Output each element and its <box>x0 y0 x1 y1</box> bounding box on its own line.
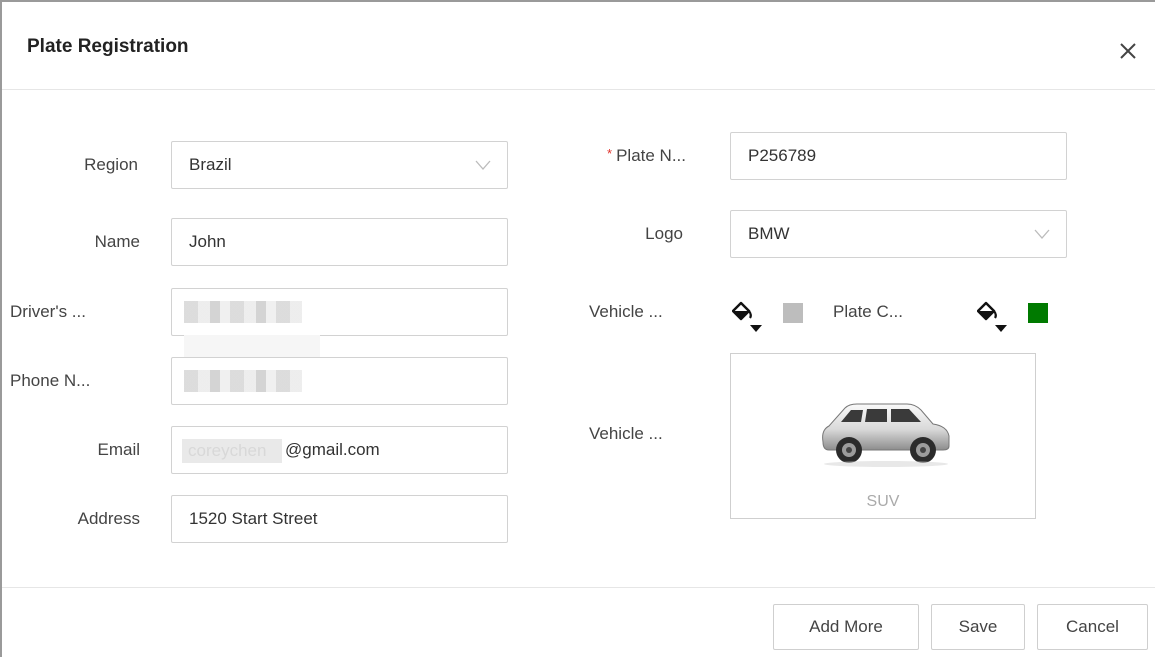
paint-bucket-icon <box>732 301 762 332</box>
redaction-overlay <box>184 335 320 357</box>
phone-label: Phone N... <box>10 371 91 390</box>
vehicle-color-label: Vehicle ... <box>589 302 663 321</box>
required-mark: * <box>607 146 613 161</box>
address-label: Address <box>77 509 140 528</box>
save-button[interactable]: Save <box>931 604 1025 650</box>
name-field[interactable]: John <box>171 218 508 266</box>
drivers-license-label: Driver's ... <box>10 302 86 321</box>
region-select[interactable]: Brazil <box>171 141 508 189</box>
name-label: Name <box>94 232 140 251</box>
plate-no-label: * Plate N... <box>562 146 686 166</box>
vehicle-type-value: SUV <box>866 493 900 510</box>
plate-no-label-text: Plate N... <box>616 146 686 165</box>
plate-color-swatch <box>1028 303 1048 323</box>
redacted-email-user: coreychen <box>182 439 282 463</box>
address-value: 1520 Start Street <box>189 509 318 528</box>
plate-registration-dialog: Plate Registration Region Brazil Name Jo… <box>0 0 1155 657</box>
vehicle-type-picker[interactable]: SUV <box>730 353 1036 519</box>
phone-field[interactable] <box>171 357 508 405</box>
dialog-header: Plate Registration <box>2 2 1155 90</box>
chevron-down-icon <box>1034 229 1050 239</box>
address-field[interactable]: 1520 Start Street <box>171 495 508 543</box>
email-label: Email <box>97 440 140 459</box>
vehicle-color-swatch <box>783 303 803 323</box>
vehicle-color-picker[interactable] <box>732 299 812 339</box>
close-button[interactable] <box>1115 38 1141 64</box>
add-more-button[interactable]: Add More <box>773 604 919 650</box>
redacted-value <box>184 301 302 323</box>
logo-select[interactable]: BMW <box>730 210 1067 258</box>
email-field[interactable]: coreychen @gmail.com <box>171 426 508 474</box>
vehicle-type-label: Vehicle ... <box>589 424 663 443</box>
region-value: Brazil <box>189 155 232 174</box>
plate-color-picker[interactable] <box>977 299 1057 339</box>
plate-color-label: Plate C... <box>833 302 903 321</box>
logo-value: BMW <box>748 224 790 243</box>
cancel-button[interactable]: Cancel <box>1037 604 1148 650</box>
drivers-license-field[interactable] <box>171 288 508 336</box>
chevron-down-icon <box>475 160 491 170</box>
name-value: John <box>189 232 226 251</box>
plate-no-field[interactable]: P256789 <box>730 132 1067 180</box>
plate-no-value: P256789 <box>748 146 817 165</box>
region-label: Region <box>84 155 138 174</box>
email-domain: @gmail.com <box>285 440 380 459</box>
redacted-value <box>184 370 302 392</box>
dialog-title: Plate Registration <box>27 36 189 57</box>
logo-label: Logo <box>645 224 683 243</box>
close-icon <box>1120 43 1136 59</box>
paint-bucket-icon <box>977 301 1007 332</box>
suv-car-icon <box>822 403 950 467</box>
